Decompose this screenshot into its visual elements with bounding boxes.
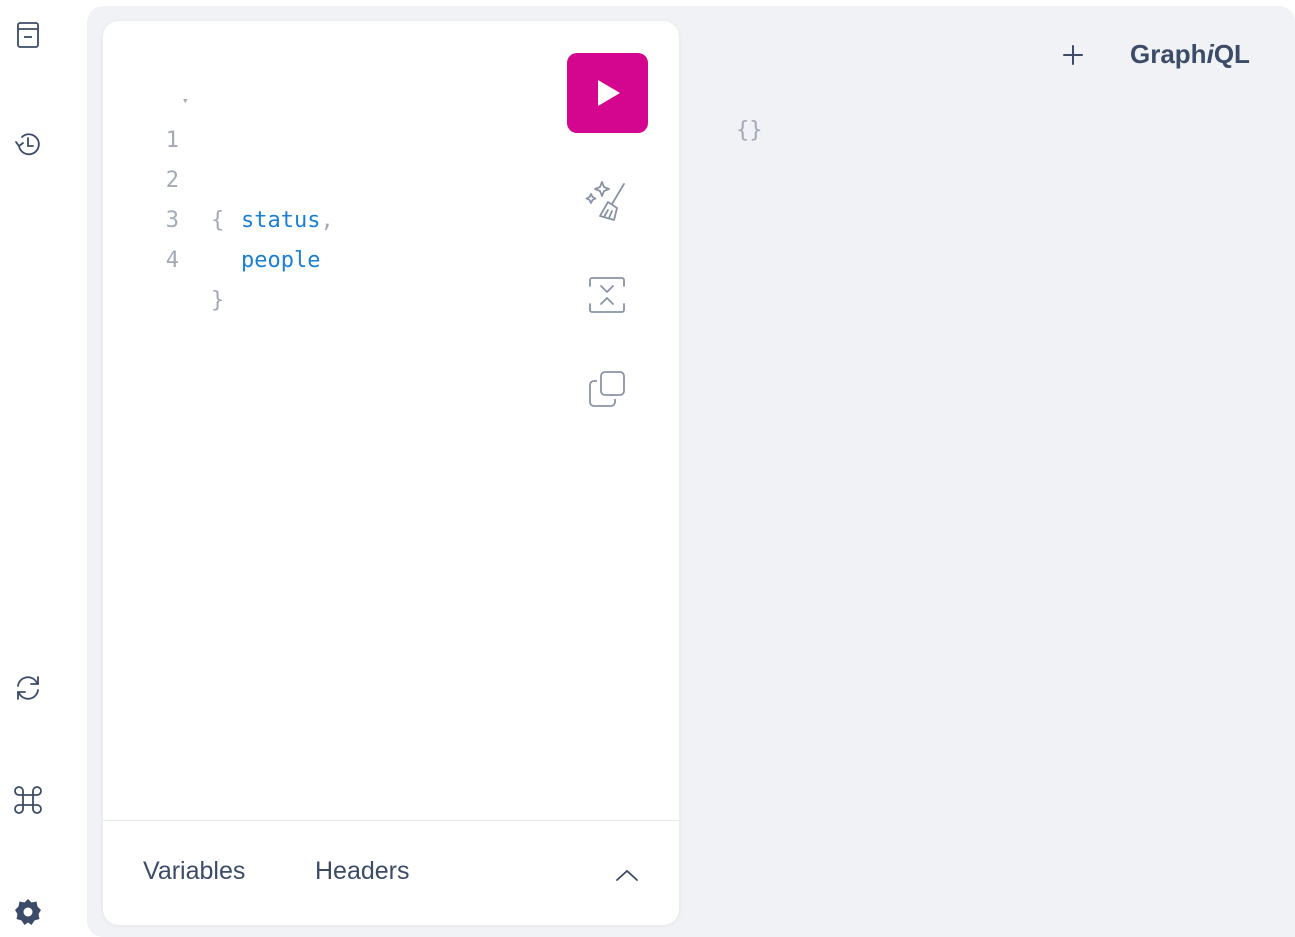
docs-icon [17, 22, 39, 48]
fold-marker-icon[interactable]: ▾ [182, 81, 189, 121]
sidebar-refetch-schema-button[interactable] [6, 666, 50, 710]
merge-fragments-icon [589, 277, 625, 313]
logo-text: Graph [1130, 39, 1207, 69]
tab-headers[interactable]: Headers [315, 857, 410, 886]
query-editor[interactable]: 1 ▾ { 2 status, 3 people 4 } [103, 81, 334, 313]
sidebar-settings-button[interactable] [6, 890, 50, 934]
code-line: 2 status, [103, 121, 334, 233]
field-token: status [241, 208, 321, 233]
code-text: } [211, 288, 225, 313]
logo-text-italic: i [1206, 39, 1214, 69]
editor-tools-bar: Variables Headers [103, 820, 679, 925]
code-text: { [211, 208, 225, 233]
code-line: 3 people [103, 161, 321, 273]
code-text: status, [241, 201, 334, 241]
history-icon [15, 133, 40, 156]
prettify-icon [585, 181, 625, 221]
add-tab-button[interactable] [1056, 38, 1090, 72]
code-line: 4 } [103, 201, 225, 313]
plus-icon [1063, 45, 1083, 65]
result-viewer[interactable]: {} [736, 118, 763, 143]
gear-icon [15, 899, 41, 925]
chevron-up-icon [616, 869, 638, 881]
copy-icon [589, 371, 625, 407]
sidebar-docs-button[interactable] [6, 12, 50, 56]
toggle-editor-tools-button[interactable] [613, 861, 641, 889]
sidebar-shortcuts-button[interactable] [6, 778, 50, 822]
line-number: 4 [165, 248, 179, 273]
run-query-button[interactable] [567, 53, 648, 133]
graphiql-logo[interactable]: GraphiQL [1130, 39, 1250, 70]
logo-text: QL [1213, 39, 1250, 69]
tab-variables[interactable]: Variables [143, 857, 245, 886]
play-icon [597, 80, 620, 106]
query-editor-panel: 1 ▾ { 2 status, 3 people 4 } Variables H… [103, 21, 679, 925]
refetch-icon [17, 676, 39, 700]
code-line: 1 ▾ { [103, 81, 225, 233]
command-icon [14, 786, 42, 814]
prettify-button[interactable] [581, 175, 633, 227]
punct-token: , [320, 208, 334, 233]
merge-fragments-button[interactable] [581, 269, 633, 321]
sidebar-history-button[interactable] [6, 122, 50, 166]
copy-query-button[interactable] [581, 363, 633, 415]
field-token: people [241, 248, 321, 273]
